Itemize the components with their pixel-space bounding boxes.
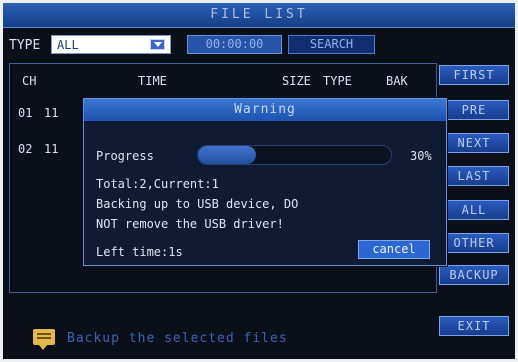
chevron-down-icon[interactable] [150, 39, 165, 50]
warning-message-line-2: NOT remove the USB driver! [96, 217, 284, 231]
type-label: TYPE [9, 38, 41, 53]
column-time: TIME [138, 74, 167, 88]
row-time: 11 [44, 142, 59, 156]
window-title: FILE LIST [210, 7, 308, 22]
search-button[interactable]: SEARCH [288, 35, 375, 54]
progress-fill [198, 146, 256, 164]
type-select[interactable]: ALL [51, 35, 171, 54]
row-ch: 02 [18, 142, 33, 156]
column-size: SIZE [282, 74, 311, 88]
column-ch: CH [22, 74, 37, 88]
warning-message-line-1: Backing up to USB device, DO [96, 197, 299, 211]
row-time: 11 [44, 106, 59, 120]
progress-percent: 30% [410, 149, 432, 163]
progress-label: Progress [96, 149, 154, 163]
first-button[interactable]: FIRST [439, 65, 509, 85]
chat-icon [33, 329, 55, 350]
filter-bar: TYPE ALL 00:00:00 SEARCH [3, 33, 515, 59]
title-bar: FILE LIST [3, 3, 515, 28]
all-button[interactable]: ALL [439, 200, 509, 220]
backup-button[interactable]: BACKUP [439, 265, 509, 285]
status-text: Backup the selected files [67, 331, 288, 346]
progress-bar [197, 145, 392, 165]
left-time-text: Left time:1s [96, 245, 183, 259]
last-button[interactable]: LAST [439, 166, 509, 186]
row-ch: 01 [18, 106, 33, 120]
exit-button[interactable]: EXIT [439, 316, 509, 336]
warning-dialog: Warning Progress 30% Total:2,Current:1 B… [83, 98, 447, 266]
type-select-value: ALL [57, 38, 79, 52]
dialog-title: Warning [84, 99, 446, 121]
next-button[interactable]: NEXT [439, 133, 509, 153]
cancel-button[interactable]: cancel [358, 240, 430, 259]
other-button[interactable]: OTHER [439, 233, 509, 253]
time-input[interactable]: 00:00:00 [187, 35, 282, 54]
previous-button[interactable]: PRE [439, 100, 509, 120]
column-type: TYPE [323, 74, 352, 88]
dvr-screen: FILE LIST TYPE ALL 00:00:00 SEARCH CH TI… [3, 3, 515, 359]
column-bak: BAK [386, 74, 408, 88]
total-current-text: Total:2,Current:1 [96, 177, 219, 191]
status-bar: Backup the selected files [9, 295, 437, 357]
